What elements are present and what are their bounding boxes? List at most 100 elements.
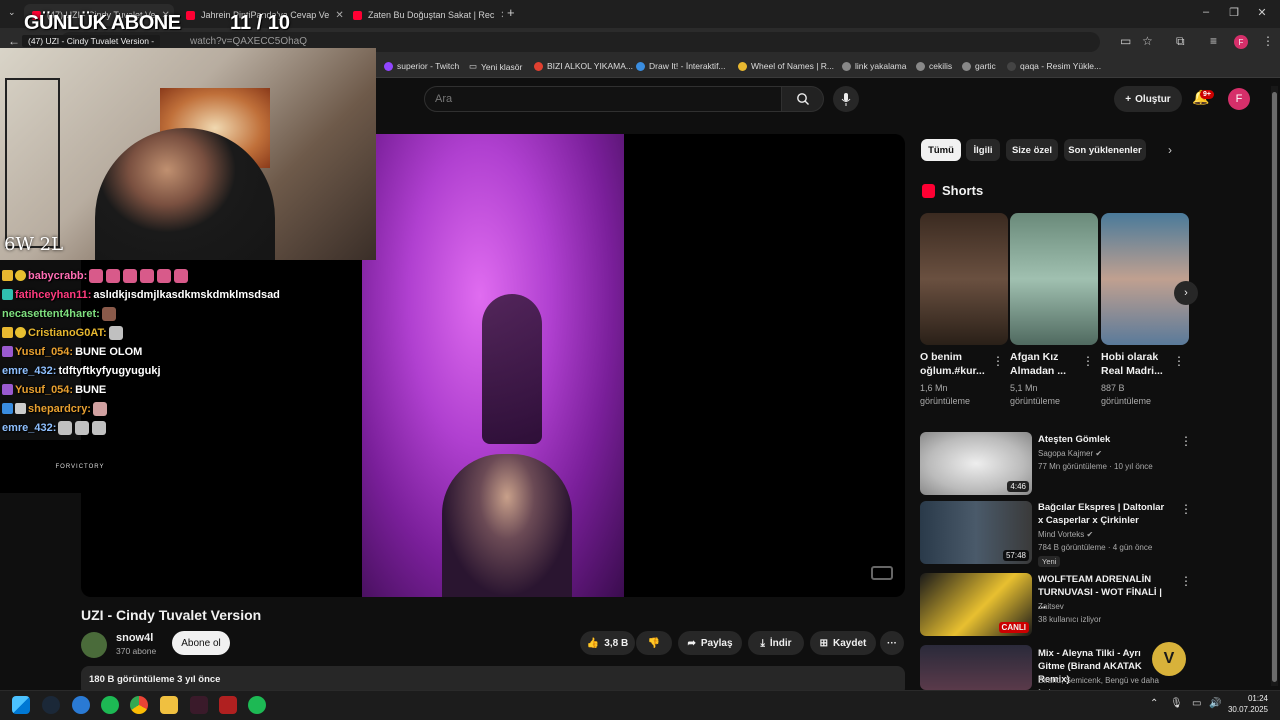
close-window-button[interactable]: ✕: [1252, 6, 1272, 19]
search-input[interactable]: Ara: [424, 86, 782, 112]
bookmark-folder[interactable]: ▭ Yeni klasör: [469, 61, 522, 72]
clock-date[interactable]: 30.07.2025: [1226, 705, 1268, 714]
related-menu-icon[interactable]: ⋮: [1180, 574, 1192, 588]
chrome-icon[interactable]: [130, 696, 148, 714]
dislike-button[interactable]: 👎: [636, 631, 672, 655]
emote-icon: [108, 325, 123, 340]
maximize-button[interactable]: ❐: [1224, 6, 1244, 19]
tray-chevron-icon[interactable]: ⌃: [1150, 698, 1158, 709]
account-avatar[interactable]: F: [1228, 88, 1250, 110]
bookmark-label: Draw It! - İnteraktif...: [649, 61, 726, 71]
file-explorer-icon[interactable]: [160, 696, 178, 714]
related-title[interactable]: Bağcılar Ekspres | Daltonlar x Casperlar…: [1038, 501, 1168, 527]
subscriber-count: 370 abone: [116, 646, 157, 656]
short-menu-icon[interactable]: ⋮: [1082, 354, 1094, 368]
tab-list-chevron-icon[interactable]: ⌄: [8, 7, 16, 18]
channel-avatar[interactable]: [81, 632, 107, 658]
new-tab-button[interactable]: +: [507, 5, 515, 20]
related-channel[interactable]: Zaitsev: [1038, 601, 1183, 613]
chat-user: Yusuf_054:: [15, 345, 74, 358]
chip-all[interactable]: Tümü: [921, 139, 961, 161]
extensions-icon[interactable]: ⧉: [1176, 34, 1185, 49]
short-title[interactable]: O benim oğlum.#kur...: [920, 350, 994, 378]
related-thumbnail[interactable]: CANLI: [920, 573, 1032, 636]
short-thumbnail[interactable]: [1010, 213, 1098, 345]
chip-related[interactable]: İlgili: [966, 139, 1000, 161]
related-channel[interactable]: Sagopa Kajmer ✔: [1038, 448, 1183, 460]
steam-icon[interactable]: [42, 696, 60, 714]
app-icon[interactable]: [190, 696, 208, 714]
related-menu-icon[interactable]: ⋮: [1180, 434, 1192, 448]
create-button[interactable]: + Oluştur: [1114, 86, 1182, 112]
tab-close-icon[interactable]: ✕: [500, 10, 503, 21]
related-menu-icon[interactable]: ⋮: [1180, 502, 1192, 516]
clock-time[interactable]: 01:24: [1236, 694, 1268, 703]
chat-message: BUNE: [75, 383, 107, 396]
sub-badge-icon: [15, 270, 26, 281]
bookmark-item[interactable]: cekilis: [916, 61, 952, 71]
save-label: Kaydet: [833, 637, 867, 649]
tab-close-icon[interactable]: ✕: [335, 10, 343, 21]
chip-recent[interactable]: Son yüklenenler: [1064, 139, 1146, 161]
display-icon[interactable]: ▭: [1192, 698, 1201, 709]
microphone-tray-icon[interactable]: 🎙: [1170, 698, 1183, 709]
app-icon[interactable]: [219, 696, 237, 714]
search-icon: [796, 93, 809, 105]
win-loss-record: 6W 2L: [4, 234, 64, 255]
tab-zaten[interactable]: Zaten Bu Doğuştan Sakat | Rec ✕: [345, 4, 503, 26]
shorts-next-button[interactable]: ›: [1174, 281, 1198, 305]
app-icon[interactable]: [72, 696, 90, 714]
related-thumbnail[interactable]: [920, 645, 1032, 690]
bookmark-item[interactable]: gartic: [962, 61, 996, 71]
related-thumbnail[interactable]: 4:46: [920, 432, 1032, 495]
chat-line: fatihceyhan11: aslıdkjısdmjlkasdkmskdmklm…: [2, 285, 372, 304]
streamer-webcam: [0, 48, 376, 260]
short-thumbnail[interactable]: [1101, 213, 1189, 345]
windows-start-icon[interactable]: [12, 696, 30, 714]
url-text: watch?v=QAXECC5OhaQ: [190, 36, 307, 47]
short-thumbnail[interactable]: [920, 213, 1008, 345]
browser-menu-icon[interactable]: ⋮: [1262, 34, 1274, 48]
short-title[interactable]: Afgan Kız Almadan ...: [1010, 350, 1084, 378]
related-thumbnail[interactable]: 57:48: [920, 501, 1032, 564]
chat-line: emre_432: tdftyftkyfyugyugukj: [2, 361, 372, 380]
bookmark-item[interactable]: qaqa - Resim Yükle...: [1007, 61, 1101, 71]
minimize-button[interactable]: –: [1196, 6, 1216, 18]
channel-watermark-icon[interactable]: [871, 566, 893, 580]
bookmark-item[interactable]: BIZI ALKOL YIKAMA...: [534, 61, 633, 71]
chip-for-you[interactable]: Size özel: [1006, 139, 1058, 161]
download-button[interactable]: ⤓ İndir: [748, 631, 804, 655]
search-button[interactable]: [782, 86, 824, 112]
reading-list-icon[interactable]: ≡: [1210, 34, 1217, 48]
related-meta: 77 Mn görüntüleme · 10 yıl önce: [1038, 462, 1153, 471]
voice-search-button[interactable]: [833, 86, 859, 112]
volume-icon[interactable]: 🔊: [1209, 698, 1221, 709]
subscribe-button[interactable]: Abone ol: [172, 631, 230, 655]
more-actions-label: ···: [887, 637, 897, 649]
more-actions-button[interactable]: ···: [880, 631, 904, 655]
related-channel[interactable]: Mind Vorteks ✔: [1038, 529, 1183, 541]
profile-avatar[interactable]: F: [1234, 35, 1248, 49]
bookmark-item[interactable]: superior - Twitch: [384, 61, 459, 71]
short-menu-icon[interactable]: ⋮: [992, 354, 1004, 368]
channel-name[interactable]: snow4l: [116, 632, 153, 644]
bookmark-label: gartic: [975, 61, 996, 71]
scrollbar-thumb[interactable]: [1272, 92, 1277, 682]
bookmark-star-icon[interactable]: ☆: [1142, 34, 1153, 48]
back-icon[interactable]: ←: [8, 34, 20, 48]
chips-next-icon[interactable]: ›: [1168, 143, 1172, 157]
share-button[interactable]: ➦ Paylaş: [678, 631, 742, 655]
short-views: 1,6 Mn görüntüleme: [920, 383, 971, 406]
like-button[interactable]: 👍 3,8 B: [580, 631, 635, 655]
spotify-icon[interactable]: [248, 696, 266, 714]
save-button[interactable]: ⊞ Kaydet: [810, 631, 876, 655]
bookmark-item[interactable]: link yakalama: [842, 61, 907, 71]
shorts-icon: [922, 184, 935, 198]
bookmark-item[interactable]: Draw It! - İnteraktif...: [636, 61, 726, 71]
short-menu-icon[interactable]: ⋮: [1173, 354, 1185, 368]
bookmark-item[interactable]: Wheel of Names | R...: [738, 61, 834, 71]
spotify-icon[interactable]: [101, 696, 119, 714]
install-app-icon[interactable]: ▭: [1120, 34, 1131, 48]
short-title[interactable]: Hobi olarak Real Madri...: [1101, 350, 1175, 378]
related-title[interactable]: Ateşten Gömlek: [1038, 433, 1168, 446]
